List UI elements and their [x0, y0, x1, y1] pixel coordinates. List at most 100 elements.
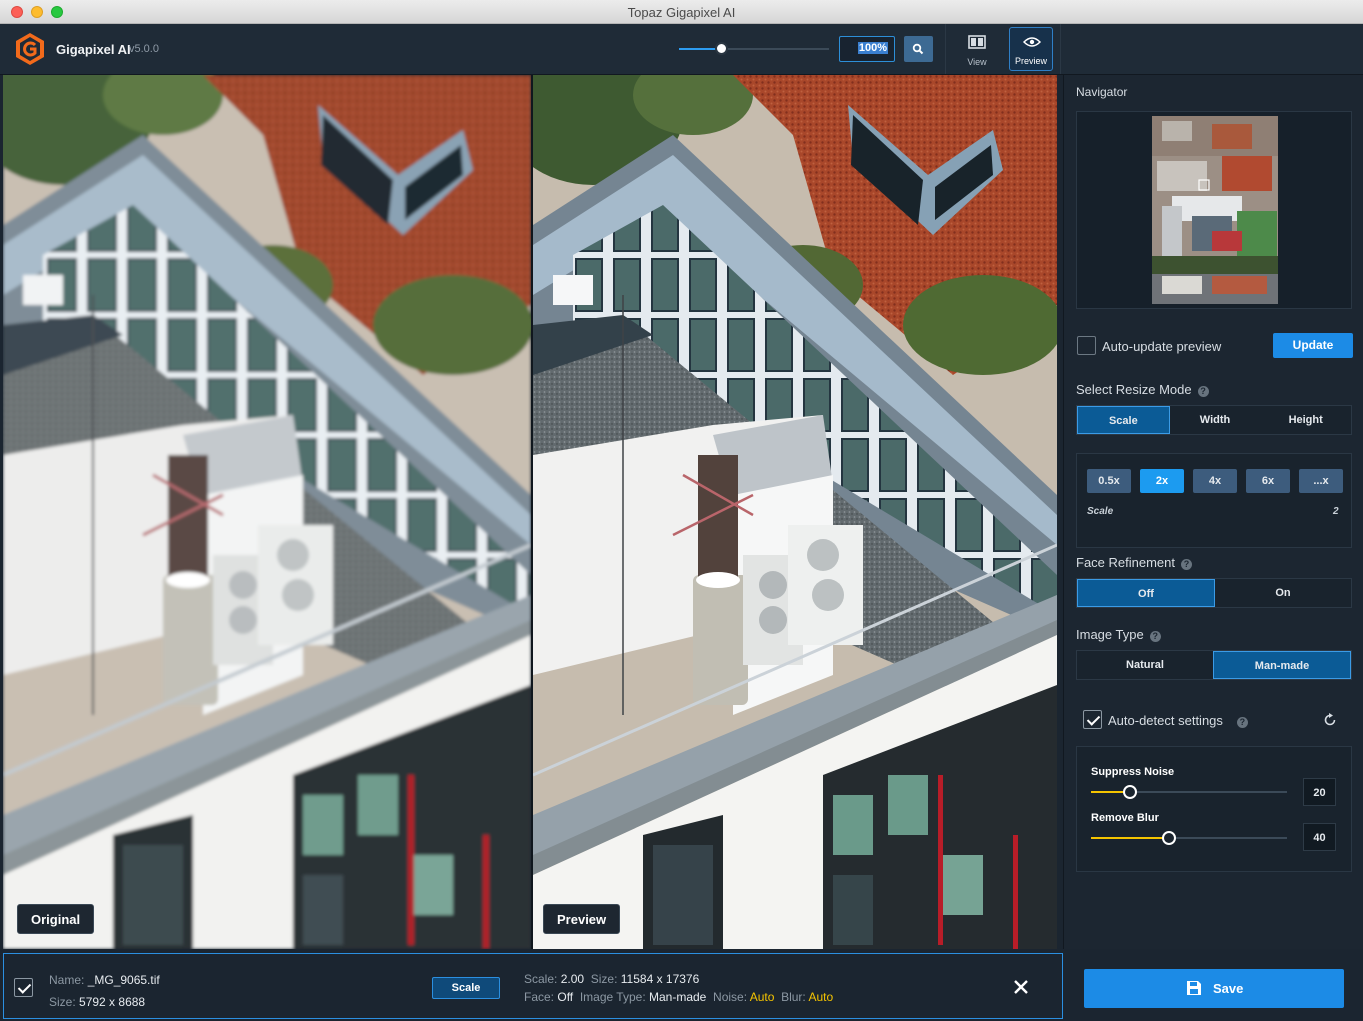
file-select-checkbox[interactable]	[14, 978, 33, 997]
preview-button[interactable]: Preview	[1009, 27, 1053, 71]
image-type-value: Man-made	[649, 990, 707, 1004]
image-type-selector: Natural Man-made	[1076, 650, 1352, 680]
zoom-slider-handle[interactable]	[715, 42, 728, 55]
file-name-value: _MG_9065.tif	[87, 973, 160, 987]
image-type-natural[interactable]: Natural	[1077, 651, 1213, 679]
preview-label: Preview	[543, 904, 621, 934]
enhancement-settings: Suppress Noise 20 Remove Blur 40	[1076, 746, 1352, 872]
save-button[interactable]: Save	[1084, 969, 1344, 1008]
split-view-icon	[968, 35, 986, 49]
file-scale-button[interactable]: Scale	[432, 977, 500, 999]
suppress-noise-slider[interactable]	[1091, 785, 1287, 799]
zoom-input[interactable]: 100%	[839, 36, 895, 62]
suppress-noise-handle[interactable]	[1123, 785, 1138, 799]
zoom-button[interactable]	[904, 36, 933, 62]
scale-label: Scale:	[524, 972, 558, 986]
scale-options: 0.5x 2x 4x 6x ...x Scale 2	[1076, 453, 1352, 548]
face-refinement-title-text: Face Refinement	[1076, 555, 1175, 570]
preview-photo	[533, 75, 1057, 949]
close-icon[interactable]	[1012, 978, 1030, 996]
zoom-slider[interactable]	[679, 42, 829, 55]
update-button[interactable]: Update	[1273, 333, 1353, 358]
file-name-label: Name:	[49, 973, 85, 987]
remove-blur-label: Remove Blur	[1091, 812, 1159, 824]
resize-mode-scale[interactable]: Scale	[1077, 406, 1170, 434]
scale-caption: Scale	[1087, 506, 1114, 517]
toolbar-divider	[1060, 24, 1061, 74]
app-header: Gigapixel AI v5.0.0 100% View Preview	[0, 24, 1363, 75]
original-photo	[3, 75, 531, 949]
auto-update-label: Auto-update preview	[1102, 339, 1222, 354]
face-refinement-selector: Off On	[1076, 578, 1352, 608]
noise-value: Auto	[749, 990, 775, 1004]
magnifier-icon	[912, 43, 924, 55]
resize-mode-height[interactable]: Height	[1260, 406, 1351, 434]
scale-value: 2	[1333, 506, 1339, 517]
bottom-bar: Name: _MG_9065.tif Size: 5792 x 8688 Sca…	[0, 949, 1363, 1021]
face-label: Face:	[524, 990, 555, 1004]
help-icon[interactable]: ?	[1236, 717, 1248, 728]
scale-6x-button[interactable]: 6x	[1246, 469, 1290, 493]
remove-blur-slider[interactable]	[1091, 831, 1287, 845]
file-size: Size: 5792 x 8688	[49, 995, 145, 1009]
file-name: Name: _MG_9065.tif	[49, 973, 160, 987]
output-info-row-2: Face: Off Image Type: Man-made Noise: Au…	[524, 990, 833, 1004]
suppress-noise-value[interactable]: 20	[1303, 778, 1336, 806]
app-name: Gigapixel AI	[56, 42, 131, 57]
auto-detect-title: Auto-detect settings?	[1108, 713, 1248, 728]
suppress-noise-label: Suppress Noise	[1091, 766, 1175, 778]
navigator-title: Navigator	[1076, 85, 1128, 99]
resize-mode-title-text: Select Resize Mode	[1076, 382, 1192, 397]
navigator-thumbnail[interactable]	[1152, 116, 1278, 304]
scale-4x-button[interactable]: 4x	[1193, 469, 1237, 493]
output-info-row-1: Scale: 2.00 Size: 11584 x 17376	[524, 972, 699, 986]
image-type-title: Image Type?	[1076, 627, 1161, 642]
navigator[interactable]	[1076, 111, 1352, 309]
eye-icon	[1023, 37, 1041, 47]
resize-mode-width[interactable]: Width	[1170, 406, 1261, 434]
file-size-value: 5792 x 8688	[79, 995, 146, 1009]
reset-icon[interactable]	[1323, 713, 1337, 727]
zoom-value: 100%	[857, 42, 888, 54]
file-list-item[interactable]: Name: _MG_9065.tif Size: 5792 x 8688 Sca…	[3, 953, 1063, 1019]
resize-mode-title: Select Resize Mode?	[1076, 382, 1209, 397]
remove-blur-fill	[1091, 837, 1170, 839]
window-titlebar: Topaz Gigapixel AI	[0, 0, 1363, 24]
face-value: Off	[557, 990, 574, 1004]
auto-detect-label: Auto-detect settings	[1108, 713, 1223, 728]
scale-0-5x-button[interactable]: 0.5x	[1087, 469, 1131, 493]
preview-label: Preview	[1014, 56, 1047, 66]
auto-update-checkbox[interactable]	[1077, 336, 1096, 355]
image-type-man-made[interactable]: Man-made	[1213, 651, 1351, 679]
floppy-disk-icon	[1187, 981, 1201, 995]
resize-mode-selector: Scale Width Height	[1076, 405, 1352, 435]
scale-value: 2.00	[560, 972, 585, 986]
blur-value: Auto	[808, 990, 834, 1004]
remove-blur-handle[interactable]	[1162, 831, 1177, 845]
face-refinement-title: Face Refinement?	[1076, 555, 1192, 570]
face-refinement-off[interactable]: Off	[1077, 579, 1215, 607]
help-icon[interactable]: ?	[1181, 559, 1192, 570]
app-version: v5.0.0	[129, 43, 159, 55]
gigapixel-logo-icon	[16, 33, 44, 65]
file-size-label: Size:	[49, 995, 76, 1009]
output-size-label: Size:	[590, 972, 618, 986]
save-label: Save	[1213, 981, 1244, 996]
help-icon[interactable]: ?	[1197, 386, 1209, 397]
face-refinement-on[interactable]: On	[1215, 579, 1351, 607]
blur-label: Blur:	[781, 990, 806, 1004]
view-label: View	[967, 57, 987, 67]
help-icon[interactable]: ?	[1149, 631, 1161, 642]
remove-blur-value[interactable]: 40	[1303, 823, 1336, 851]
auto-detect-checkbox[interactable]	[1083, 710, 1102, 729]
image-type-title-text: Image Type	[1076, 627, 1144, 642]
preview-image-pane[interactable]: Preview	[533, 75, 1057, 949]
image-type-label: Image Type:	[579, 990, 646, 1004]
window-title: Topaz Gigapixel AI	[627, 5, 736, 20]
original-image-pane[interactable]: Original	[3, 75, 531, 949]
scale-custom-button[interactable]: ...x	[1299, 469, 1343, 493]
output-size-value: 11584 x 17376	[620, 972, 700, 986]
toolbar-divider	[945, 24, 946, 74]
view-button[interactable]: View	[955, 27, 999, 71]
scale-2x-button[interactable]: 2x	[1140, 469, 1184, 493]
